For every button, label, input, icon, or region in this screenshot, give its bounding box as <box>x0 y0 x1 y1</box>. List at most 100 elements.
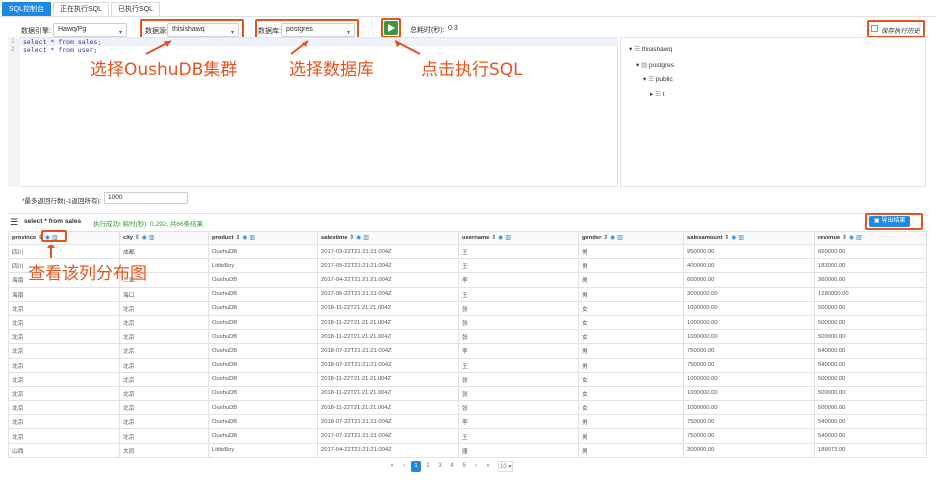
column-header[interactable]: revenue ⇕ ◉ ▥ <box>814 231 927 245</box>
sort-icon[interactable]: ⇕ <box>724 235 729 241</box>
page-item[interactable]: » <box>483 461 493 472</box>
table-cell: 1280000.00 <box>814 286 927 302</box>
table-cell: 大同 <box>119 442 209 458</box>
table-cell: LittleBoy <box>208 442 318 458</box>
distribution-chart-icon[interactable]: ◉ <box>142 235 147 241</box>
table-cell: 唐 <box>458 442 579 458</box>
table-cell: 北京 <box>119 329 209 345</box>
bar-chart-icon[interactable]: ▥ <box>617 235 622 241</box>
sort-icon[interactable]: ⇕ <box>236 235 241 241</box>
distribution-chart-icon[interactable]: ◉ <box>731 235 736 241</box>
table-cell: 北京 <box>8 400 120 416</box>
table-cell: OushuDB <box>208 300 318 316</box>
column-header[interactable]: city ⇕ ◉ ▥ <box>119 231 209 245</box>
table-cell: 北京 <box>119 385 209 402</box>
page-item[interactable]: ‹ <box>399 461 409 472</box>
annotation-select-database: 选择数据库 <box>289 60 374 80</box>
page-size-select[interactable]: 10 ▾ <box>498 461 514 472</box>
column-header-label: salesamount <box>687 235 723 241</box>
sort-icon[interactable]: ⇕ <box>349 235 354 241</box>
table-cell: 李 <box>458 343 579 359</box>
distribution-highlight <box>41 230 67 242</box>
sort-icon[interactable]: ⇕ <box>842 235 847 241</box>
column-header-label: province <box>12 235 37 241</box>
table-cell: 男 <box>578 442 684 458</box>
page-item[interactable]: 2 <box>423 461 433 472</box>
table-cell: 北京 <box>8 428 120 444</box>
table-row: 北京 北京 OushuDB 2018-11-22T21:21:21.004Z 张女 100… <box>8 385 927 402</box>
sort-icon[interactable]: ⇕ <box>135 235 140 241</box>
export-button[interactable]: ▣ 导出结果 <box>869 216 911 227</box>
table-cell: 男 <box>578 243 684 260</box>
table-cell: 王 <box>458 286 579 302</box>
table-cell: 2018-07-22T21:21:21.004Z <box>317 343 459 359</box>
table-cell: 2018-11-22T21:21:21.004Z <box>317 329 459 345</box>
table-cell: 北京 <box>119 400 209 416</box>
bar-chart-icon[interactable]: ▥ <box>856 235 861 241</box>
table-cell: 成都 <box>119 243 209 260</box>
table-cell: 王 <box>458 258 579 274</box>
max-rows-label: *最多返回行数(-1返回所有): <box>22 198 102 205</box>
bar-chart-icon[interactable]: ▥ <box>738 235 743 241</box>
page-item[interactable]: › <box>471 461 481 472</box>
page-size-value: 10 <box>500 464 507 470</box>
table-cell: 500000.00 <box>814 400 927 416</box>
distribution-chart-icon[interactable]: ◉ <box>610 235 615 241</box>
table-cell: 北京 <box>8 414 120 430</box>
table-row: 北京 北京 OushuDB 2018-11-22T21:21:21.004Z 张女 100… <box>8 300 927 316</box>
page-item[interactable]: 3 <box>435 461 445 472</box>
table-cell: 男 <box>578 414 684 430</box>
table-cell: 3000000.00 <box>683 286 815 302</box>
bar-chart-icon[interactable]: ▥ <box>505 235 510 241</box>
table-cell: 张 <box>458 329 579 345</box>
distribution-chart-icon[interactable]: ◉ <box>498 235 503 241</box>
sort-icon[interactable]: ⇕ <box>491 235 496 241</box>
max-rows-input[interactable]: 1000 <box>104 192 188 204</box>
page-item[interactable]: 1 <box>411 461 421 472</box>
table-cell: 500000.00 <box>814 371 927 387</box>
page-item[interactable]: « <box>387 461 397 472</box>
table-cell: OushuDB <box>208 343 318 359</box>
column-header[interactable]: gender ⇕ ◉ ▥ <box>578 231 684 245</box>
distribution-chart-icon[interactable]: ◉ <box>242 235 247 241</box>
table-cell: 950000.00 <box>683 243 815 260</box>
table-cell: 山西 <box>8 442 120 458</box>
table-cell: 北京 <box>119 414 209 430</box>
table-cell: 男 <box>578 357 684 373</box>
table-cell: 2018-07-22T21:21:21.004Z <box>317 357 459 373</box>
column-header[interactable]: salestime ⇕ ◉ ▥ <box>317 231 459 245</box>
table-row: 海南 海口 OushuDB 2017-06-22T21:21:21.004Z 王男 300… <box>8 286 927 302</box>
column-header[interactable]: username ⇕ ◉ ▥ <box>458 231 579 245</box>
bar-chart-icon[interactable]: ▥ <box>250 235 255 241</box>
table-row: 北京 北京 OushuDB 2017-07-22T21:21:21.004Z 王男 750… <box>8 428 927 444</box>
table-cell: 女 <box>578 371 684 387</box>
table-cell: 王 <box>458 357 579 373</box>
sort-icon[interactable]: ⇕ <box>603 235 608 241</box>
page-item[interactable]: 4 <box>447 461 457 472</box>
annotation-view-distribution: 查看该列分布图 <box>28 264 147 284</box>
annotation-select-cluster: 选择OushuDB集群 <box>90 60 238 80</box>
bar-chart-icon[interactable]: ▥ <box>363 235 368 241</box>
annotation-click-run: 点击执行SQL <box>421 60 523 80</box>
table-cell: 2018-11-22T21:21:21.004Z <box>317 371 459 387</box>
table-cell: 540000.00 <box>814 357 927 373</box>
table-cell: 北京 <box>8 371 120 387</box>
table-cell: 张 <box>458 400 579 416</box>
table-cell: 750000.00 <box>683 343 815 359</box>
column-header[interactable]: salesamount ⇕ ◉ ▥ <box>683 231 815 245</box>
result-sql: select * from sales <box>24 218 82 225</box>
page-item[interactable]: 5 <box>459 461 469 472</box>
table-cell: 189073.00 <box>814 442 927 458</box>
table-cell: 500000.00 <box>814 300 927 316</box>
table-cell: 2017-06-22T21:21:21.004Z <box>317 286 459 302</box>
bar-chart-icon[interactable]: ▥ <box>149 235 154 241</box>
table-cell: 2018-11-22T21:21:21.004Z <box>317 400 459 416</box>
column-header[interactable]: product ⇕ ◉ ▥ <box>208 231 318 245</box>
table-cell: 660000.00 <box>814 243 927 260</box>
table-cell: 1000000.00 <box>683 385 815 402</box>
distribution-chart-icon[interactable]: ◉ <box>849 235 854 241</box>
table-cell: 四川 <box>8 243 120 260</box>
table-cell: 张 <box>458 300 579 316</box>
column-header-label: revenue <box>818 235 841 241</box>
distribution-chart-icon[interactable]: ◉ <box>356 235 361 241</box>
